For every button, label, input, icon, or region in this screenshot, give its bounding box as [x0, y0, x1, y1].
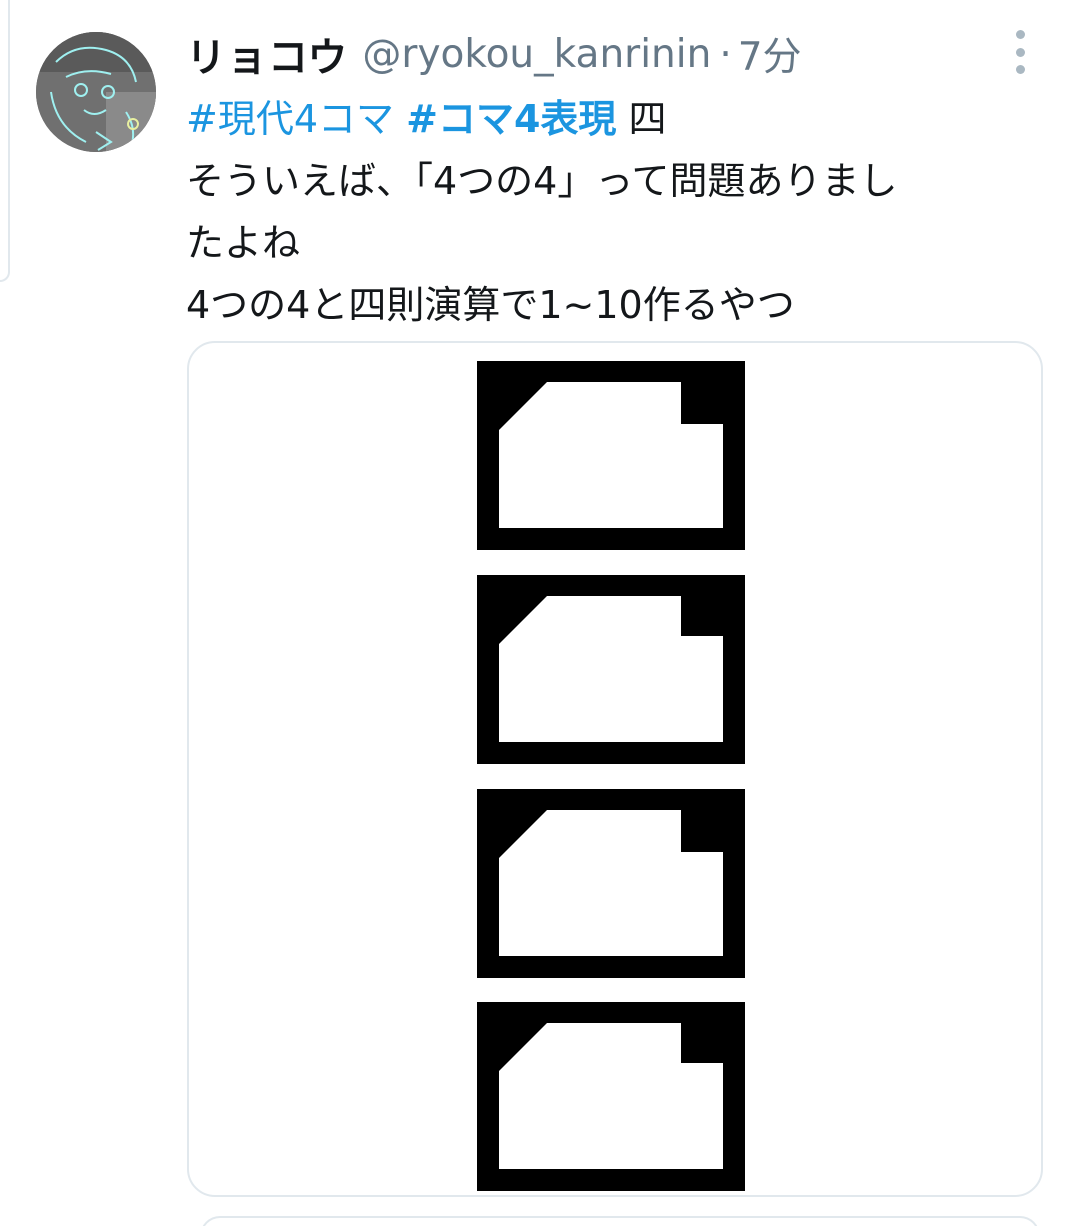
- trailing-glyph: 四: [628, 97, 667, 141]
- comic-panel: [477, 789, 745, 978]
- user-handle[interactable]: @ryokou_kanrinin: [362, 32, 711, 77]
- avatar-sketch-icon: [36, 32, 156, 152]
- hashtag-line: #現代4コマ #コマ4表現 四: [186, 88, 1046, 150]
- more-vertical-icon-dot-2: [1015, 47, 1025, 57]
- tweet-timestamp[interactable]: 7分: [738, 26, 802, 82]
- display-name[interactable]: リョコウ: [186, 25, 348, 83]
- avatar[interactable]: [36, 32, 156, 152]
- tweet-text-line: 4つの4と四則演算で1~10作るやつ: [186, 283, 795, 327]
- header-separator: ·: [719, 31, 732, 77]
- comic-panel-frame-icon: [477, 575, 745, 764]
- tweet-screen: リョコウ @ryokou_kanrinin · 7分 #現代4コマ #コマ4表現…: [0, 0, 1080, 1226]
- comic-panel: [477, 361, 745, 550]
- more-vertical-icon-dot-3: [1015, 65, 1025, 74]
- tweet-text-line: そういえば、「4つの4」って問題ありまし: [186, 159, 898, 203]
- comic-panel-frame-icon: [477, 361, 745, 550]
- hashtag-link[interactable]: #コマ4表現: [406, 97, 616, 141]
- more-options-button[interactable]: [1000, 30, 1040, 74]
- tweet-text: #現代4コマ #コマ4表現 四 そういえば、「4つの4」って問題ありまし たよね…: [186, 88, 1046, 336]
- media-image-card[interactable]: [187, 341, 1043, 1197]
- more-vertical-icon: [1015, 30, 1025, 39]
- comic-panel-frame-icon: [477, 789, 745, 978]
- next-tweet-card-edge: [200, 1216, 1040, 1226]
- comic-panel-frame-icon: [477, 1002, 745, 1191]
- hashtag-link[interactable]: #現代4コマ: [186, 97, 394, 141]
- tweet-header: リョコウ @ryokou_kanrinin · 7分: [186, 26, 802, 82]
- tweet-text-line: たよね: [186, 221, 301, 265]
- comic-panel: [477, 575, 745, 764]
- comic-panel: [477, 1002, 745, 1191]
- thread-rail: [0, 0, 10, 282]
